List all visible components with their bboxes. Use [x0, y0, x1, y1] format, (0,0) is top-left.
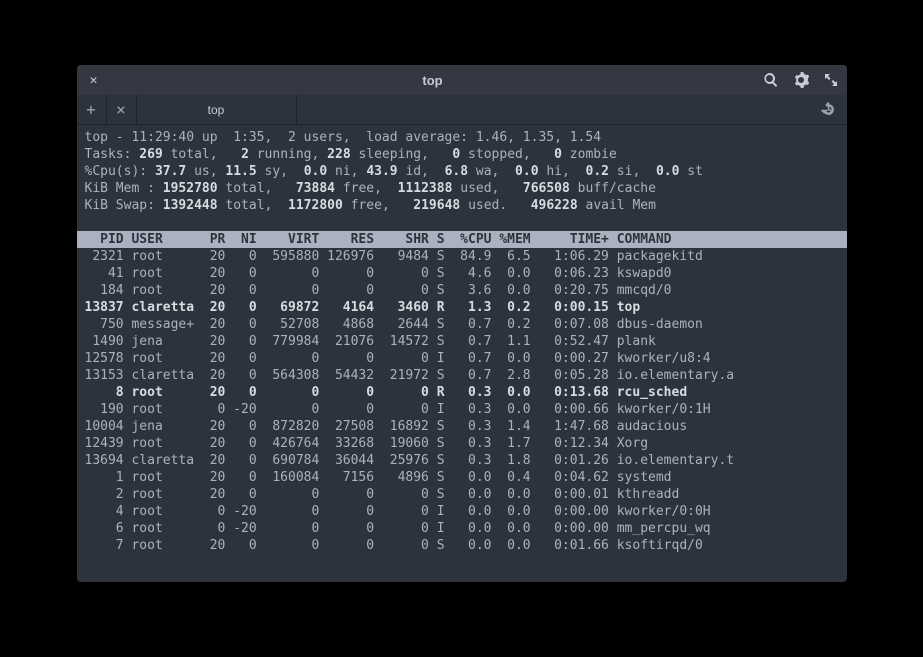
cpu-hi: 0.0	[515, 164, 538, 179]
tasks-total: 269	[139, 147, 162, 162]
process-row: 13694 claretta 20 0 690784 36044 25976 S…	[85, 453, 735, 468]
mem-free: 73884	[296, 181, 335, 196]
tab-close-button[interactable]: ×	[107, 95, 137, 124]
swap-label: KiB Swap:	[85, 198, 163, 213]
mem-label: KiB Mem :	[85, 181, 163, 196]
process-row: 6 root 0 -20 0 0 0 I 0.0 0.0 0:00.00 mm_…	[85, 521, 711, 536]
process-row: 7 root 20 0 0 0 0 S 0.0 0.0 0:01.66 ksof…	[85, 538, 703, 553]
swap-total: 1392448	[163, 198, 218, 213]
swap-avail: 496228	[531, 198, 578, 213]
search-button[interactable]	[763, 72, 779, 88]
plus-icon: +	[86, 100, 96, 119]
cpu-id: 43.9	[366, 164, 397, 179]
cpu-label: %Cpu(s):	[85, 164, 155, 179]
cpu-ni: 0.0	[304, 164, 327, 179]
swap-used: 219648	[413, 198, 460, 213]
process-row: 8 root 20 0 0 0 0 R 0.3 0.0 0:13.68 rcu_…	[85, 385, 688, 400]
tasks-sleeping: 228	[327, 147, 350, 162]
maximize-icon	[823, 72, 839, 88]
tasks-label: Tasks:	[85, 147, 140, 162]
process-row: 12439 root 20 0 426764 33268 19060 S 0.3…	[85, 436, 649, 451]
mem-buff: 766508	[523, 181, 570, 196]
summary-line-1: top - 11:29:40 up 1:35, 2 users, load av…	[85, 130, 602, 145]
maximize-button[interactable]	[823, 72, 839, 88]
history-icon	[821, 102, 836, 117]
process-header: PID USER PR NI VIRT RES SHR S %CPU %MEM …	[77, 231, 847, 248]
cpu-wa: 6.8	[445, 164, 468, 179]
process-row: 2 root 20 0 0 0 0 S 0.0 0.0 0:00.01 kthr…	[85, 487, 680, 502]
process-row: 1 root 20 0 160084 7156 4896 S 0.0 0.4 0…	[85, 470, 672, 485]
tab-bar: + × top	[77, 95, 847, 125]
process-row: 190 root 0 -20 0 0 0 I 0.3 0.0 0:00.66 k…	[85, 402, 711, 417]
tasks-zombie: 0	[554, 147, 562, 162]
settings-button[interactable]	[793, 72, 809, 88]
process-row: 750 message+ 20 0 52708 4868 2644 S 0.7 …	[85, 317, 703, 332]
process-row: 12578 root 20 0 0 0 0 I 0.7 0.0 0:00.27 …	[85, 351, 711, 366]
process-row: 13153 claretta 20 0 564308 54432 21972 S…	[85, 368, 735, 383]
window-title: top	[103, 73, 763, 88]
terminal-output[interactable]: top - 11:29:40 up 1:35, 2 users, load av…	[77, 125, 847, 582]
process-row: 2321 root 20 0 595880 126976 9484 S 84.9…	[85, 249, 703, 264]
tasks-running: 2	[241, 147, 249, 162]
close-icon: ×	[116, 100, 126, 119]
process-list: 2321 root 20 0 595880 126976 9484 S 84.9…	[85, 249, 735, 553]
process-row: 1490 jena 20 0 779984 21076 14572 S 0.7 …	[85, 334, 656, 349]
close-icon: ✕	[90, 73, 98, 88]
process-row: 10004 jena 20 0 872820 27508 16892 S 0.3…	[85, 419, 688, 434]
mem-used: 1112388	[398, 181, 453, 196]
process-row: 41 root 20 0 0 0 0 S 4.6 0.0 0:06.23 ksw…	[85, 266, 672, 281]
terminal-window: ✕ top + × top top - 11:29:40	[77, 65, 847, 582]
new-tab-button[interactable]: +	[77, 95, 107, 124]
cpu-us: 37.7	[155, 164, 186, 179]
cpu-si: 0.2	[586, 164, 609, 179]
process-row: 184 root 20 0 0 0 0 S 3.6 0.0 0:20.75 mm…	[85, 283, 672, 298]
swap-free: 1172800	[288, 198, 343, 213]
gear-icon	[793, 72, 809, 88]
tab-spacer	[297, 95, 811, 124]
mem-total: 1952780	[163, 181, 218, 196]
tab-label: top	[208, 103, 225, 117]
cpu-sy: 11.5	[225, 164, 256, 179]
process-row: 4 root 0 -20 0 0 0 I 0.0 0.0 0:00.00 kwo…	[85, 504, 711, 519]
tab-top[interactable]: top	[137, 95, 297, 124]
titlebar: ✕ top	[77, 65, 847, 95]
history-button[interactable]	[811, 95, 847, 124]
search-icon	[763, 72, 779, 88]
close-button[interactable]: ✕	[85, 71, 103, 89]
cpu-st: 0.0	[656, 164, 679, 179]
process-row: 13837 claretta 20 0 69872 4164 3460 R 1.…	[85, 300, 641, 315]
